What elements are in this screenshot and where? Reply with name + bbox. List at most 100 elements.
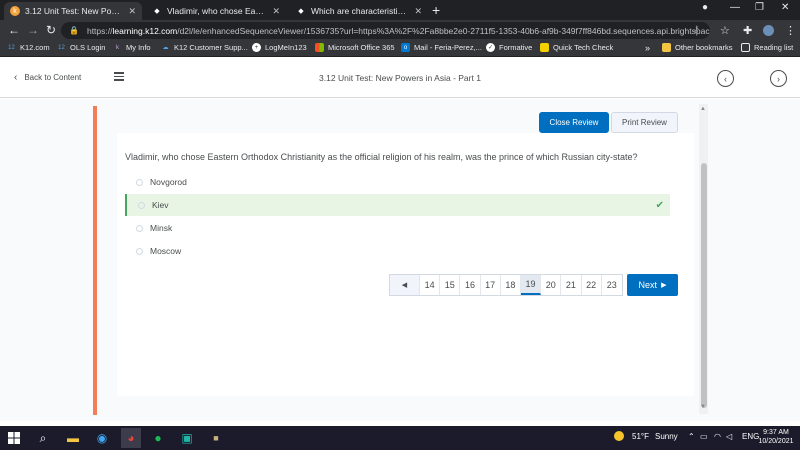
tab-brainly-2[interactable]: ◆ Which are characteristics of Russ ✕ <box>290 2 428 20</box>
tab-label: 3.12 Unit Test: New Powers in Asia <box>25 6 123 16</box>
browser-forward-button[interactable]: → <box>27 23 39 37</box>
url-field[interactable]: 🔒 https://learning.k12.com/d2l/le/enhanc… <box>61 22 710 39</box>
formative-icon: ✓ <box>486 43 495 52</box>
edge-icon[interactable]: ◉ <box>94 430 110 446</box>
page-button[interactable]: 21 <box>561 275 582 295</box>
reading-list-icon <box>741 43 750 52</box>
other-bookmarks[interactable]: Other bookmarks <box>662 43 733 52</box>
radio-button[interactable] <box>136 178 143 186</box>
bookmark-label: K12 Customer Supp... <box>174 43 248 52</box>
tab-label: Vladimir, who chose Eastern Ortho <box>167 6 267 16</box>
lms-top-nav: ‹ Back to Content 3.12 Unit Test: New Po… <box>0 58 800 98</box>
option-label: Kiev <box>152 200 169 210</box>
question-pagination: ◀ 14 15 16 17 18 19 20 21 22 23 <box>389 274 623 296</box>
accent-stripe <box>93 106 97 415</box>
bookmark-label: Microsoft Office 365 <box>328 43 395 52</box>
scroll-down-arrow[interactable]: ▼ <box>700 404 706 410</box>
system-clock[interactable]: 9:37 AM 10/20/2021 <box>756 428 796 446</box>
page-button[interactable]: 18 <box>501 275 521 295</box>
url-path: /d2l/le/enhancedSequenceViewer/1536735?u… <box>177 25 710 36</box>
page-button[interactable]: 14 <box>420 275 441 295</box>
profile-icon[interactable]: ● <box>702 2 708 13</box>
bookmark-logmein[interactable]: + LogMeIn123 <box>252 43 307 52</box>
bookmark-mail[interactable]: o Mail - Feria-Perez,... <box>401 43 482 52</box>
app-icon[interactable]: ▣ <box>179 430 195 446</box>
clock-date: 10/20/2021 <box>758 438 794 445</box>
close-icon[interactable]: ✕ <box>272 6 280 17</box>
bookmark-k12[interactable]: 12 K12.com <box>7 43 49 52</box>
close-icon[interactable]: ✕ <box>414 6 422 17</box>
bookmark-k12-support[interactable]: ☁ K12 Customer Supp... <box>161 43 248 52</box>
page-button[interactable]: 16 <box>460 275 481 295</box>
radio-button[interactable] <box>136 224 143 232</box>
option-label: Novgorod <box>150 177 187 187</box>
bookmark-formative[interactable]: ✓ Formative <box>486 43 532 52</box>
other-bookmarks-label: Other bookmarks <box>675 43 733 52</box>
tab-brainly-1[interactable]: ◆ Vladimir, who chose Eastern Ortho ✕ <box>146 2 286 20</box>
next-label: Next <box>638 280 658 290</box>
page-button[interactable]: 20 <box>541 275 562 295</box>
bookmark-label: OLS Login <box>70 43 106 52</box>
weather-widget[interactable]: 51°F Sunny <box>614 431 678 441</box>
print-review-button[interactable]: Print Review <box>611 112 678 133</box>
spotify-icon[interactable]: ● <box>150 430 166 446</box>
next-question-button[interactable]: Next ▶ <box>627 274 678 296</box>
new-tab-button[interactable]: + <box>432 2 440 18</box>
logmein-icon: + <box>252 43 261 52</box>
bookmark-ols-login[interactable]: 12 OLS Login <box>57 43 105 52</box>
browser-back-button[interactable]: ← <box>8 23 20 37</box>
more-bookmarks-button[interactable]: » <box>645 43 650 53</box>
minimize-button[interactable]: — <box>730 2 740 13</box>
close-icon[interactable]: ✕ <box>128 6 136 17</box>
page-button[interactable]: 17 <box>481 275 501 295</box>
key-icon[interactable]: ⚷ <box>693 24 700 35</box>
pagination-prev-button[interactable]: ◀ <box>390 275 420 295</box>
scroll-up-arrow[interactable]: ▲ <box>700 106 706 112</box>
next-page-button[interactable]: › <box>770 70 787 87</box>
bookmark-office365[interactable]: Microsoft Office 365 <box>315 43 395 52</box>
page-button-current[interactable]: 19 <box>520 275 542 295</box>
game-icon[interactable]: ■ <box>208 430 224 446</box>
option-label: Moscow <box>150 246 182 256</box>
brainly-icon: ◆ <box>298 8 304 15</box>
windows-taskbar: ⌕ ▬ ◉ ◕ ● ▣ ■ 51°F Sunny ⌃ ▭ ◠ ◁ ENG 9:3… <box>0 426 800 450</box>
star-icon[interactable]: ☆ <box>720 24 730 37</box>
bookmark-quick-tech-check[interactable]: Quick Tech Check <box>540 43 613 52</box>
radio-button[interactable] <box>138 201 145 209</box>
volume-icon[interactable]: ◁ <box>726 432 732 441</box>
quicktech-icon <box>540 43 549 52</box>
bookmark-my-info[interactable]: k My Info <box>113 43 151 52</box>
restore-button[interactable]: ❐ <box>755 2 764 13</box>
page-button[interactable]: 15 <box>440 275 461 295</box>
reading-list[interactable]: Reading list <box>741 43 793 52</box>
bookmark-label: Quick Tech Check <box>553 43 614 52</box>
brainly-icon: ◆ <box>154 8 160 15</box>
chrome-icon[interactable]: ◕ <box>121 428 141 448</box>
battery-icon[interactable]: ▭ <box>700 432 708 441</box>
close-review-button[interactable]: Close Review <box>539 112 609 133</box>
file-explorer-icon[interactable]: ▬ <box>65 430 81 446</box>
menu-icon[interactable]: ⋮ <box>785 24 796 37</box>
window-close-button[interactable]: ✕ <box>781 2 789 13</box>
wifi-icon[interactable]: ◠ <box>714 432 721 441</box>
chevron-up-icon[interactable]: ⌃ <box>688 432 695 441</box>
tab-unit-test[interactable]: k 3.12 Unit Test: New Powers in Asia ✕ <box>4 2 142 20</box>
url-domain: learning.k12.com <box>112 25 178 36</box>
answer-option[interactable]: Minsk <box>125 218 670 238</box>
scrollbar-thumb[interactable] <box>701 163 707 408</box>
reload-button[interactable]: ↻ <box>46 23 56 37</box>
page-button[interactable]: 22 <box>582 275 602 295</box>
page-button[interactable]: 23 <box>602 275 622 295</box>
search-icon[interactable]: ⌕ <box>35 430 51 446</box>
radio-button[interactable] <box>136 247 143 255</box>
answer-option[interactable]: Novgorod <box>125 172 670 192</box>
previous-page-button[interactable]: ‹ <box>717 70 734 87</box>
answer-option-correct[interactable]: Kiev ✔ <box>125 194 670 216</box>
avatar[interactable] <box>763 25 774 36</box>
bookmark-label: My Info <box>126 43 151 52</box>
triangle-right-icon: ▶ <box>661 282 667 289</box>
windows-start-icon[interactable] <box>6 430 22 446</box>
bookmark-label: Formative <box>499 43 533 52</box>
answer-option[interactable]: Moscow <box>125 241 670 261</box>
extensions-icon[interactable]: ✚ <box>743 24 752 37</box>
